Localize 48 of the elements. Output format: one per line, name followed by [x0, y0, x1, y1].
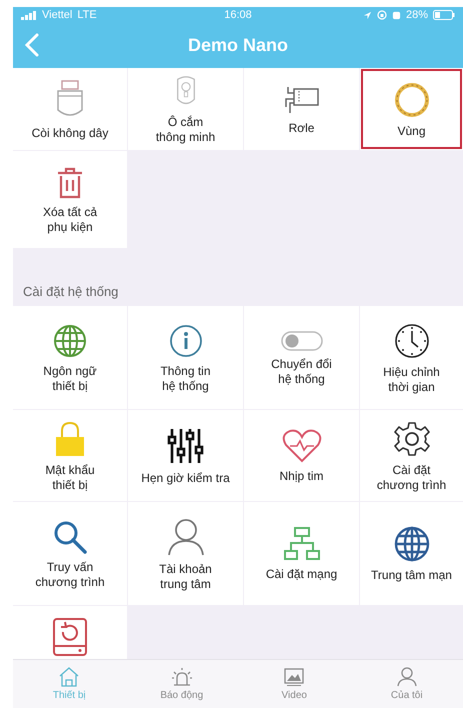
settings-tile[interactable]: Cài đặt mạng — [244, 502, 359, 605]
alarm-light-icon — [170, 667, 193, 687]
search-icon — [53, 520, 87, 554]
settings-tile[interactable]: Tài khoản trung tâm — [128, 502, 243, 605]
signal-icon — [21, 10, 37, 20]
device-tile[interactable]: Ô cắm thông minh — [128, 68, 243, 150]
gear-icon — [394, 421, 430, 458]
status-time: 16:08 — [224, 9, 252, 21]
trash-icon — [57, 167, 83, 200]
settings-tile[interactable]: Truy vấn chương trình — [13, 502, 127, 605]
settings-tile[interactable]: Nhịp tim — [244, 410, 359, 501]
device-tile[interactable]: Xóa tất cả phụ kiện — [13, 151, 127, 248]
clock-icon — [394, 323, 430, 360]
settings-tile[interactable]: Hiệu chỉnh thời gian — [360, 306, 463, 409]
chevron-left-icon — [25, 33, 39, 57]
globe-icon — [394, 526, 430, 562]
settings-tile[interactable]: Thông tin hệ thống — [128, 306, 243, 409]
alarm-clock-icon — [392, 10, 401, 20]
rotation-lock-icon — [376, 10, 387, 20]
screen-title: Demo Nano — [188, 35, 288, 56]
settings-tile[interactable]: Mật khẩu thiết bị — [13, 410, 127, 501]
network-type: LTE — [77, 9, 97, 21]
house-icon — [58, 667, 80, 687]
location-icon — [362, 10, 372, 20]
ring-icon — [394, 82, 430, 118]
heart-icon — [282, 429, 322, 464]
settings-tile[interactable]: Ngôn ngữ thiết bị — [13, 306, 127, 409]
settings-tile[interactable]: Hẹn giờ kiểm tra — [128, 410, 243, 501]
battery-icon — [433, 10, 455, 20]
battery-percent: 28% — [406, 9, 428, 21]
settings-tile[interactable]: Trung tâm mạn — [360, 502, 463, 605]
globe-icon — [53, 324, 87, 358]
toggle-icon — [280, 331, 322, 352]
person-icon — [396, 667, 418, 687]
sliders-icon — [166, 427, 204, 466]
settings-tile[interactable] — [13, 606, 127, 659]
carrier-name: Viettel — [42, 9, 72, 21]
device-tile[interactable]: Rơle — [244, 68, 359, 150]
image-icon — [283, 667, 306, 687]
device-tile[interactable]: Còi không dây — [13, 68, 127, 150]
info-icon — [168, 324, 202, 358]
device-tile[interactable]: Vùng — [360, 68, 463, 150]
lock-icon — [55, 421, 85, 458]
settings-tile[interactable]: Cài đặt chương trình — [360, 410, 463, 501]
person-icon — [166, 518, 204, 556]
network-icon — [282, 527, 320, 562]
settings-tile[interactable]: Chuyển đổi hệ thống — [244, 306, 359, 409]
restore-drive-icon — [53, 618, 87, 656]
